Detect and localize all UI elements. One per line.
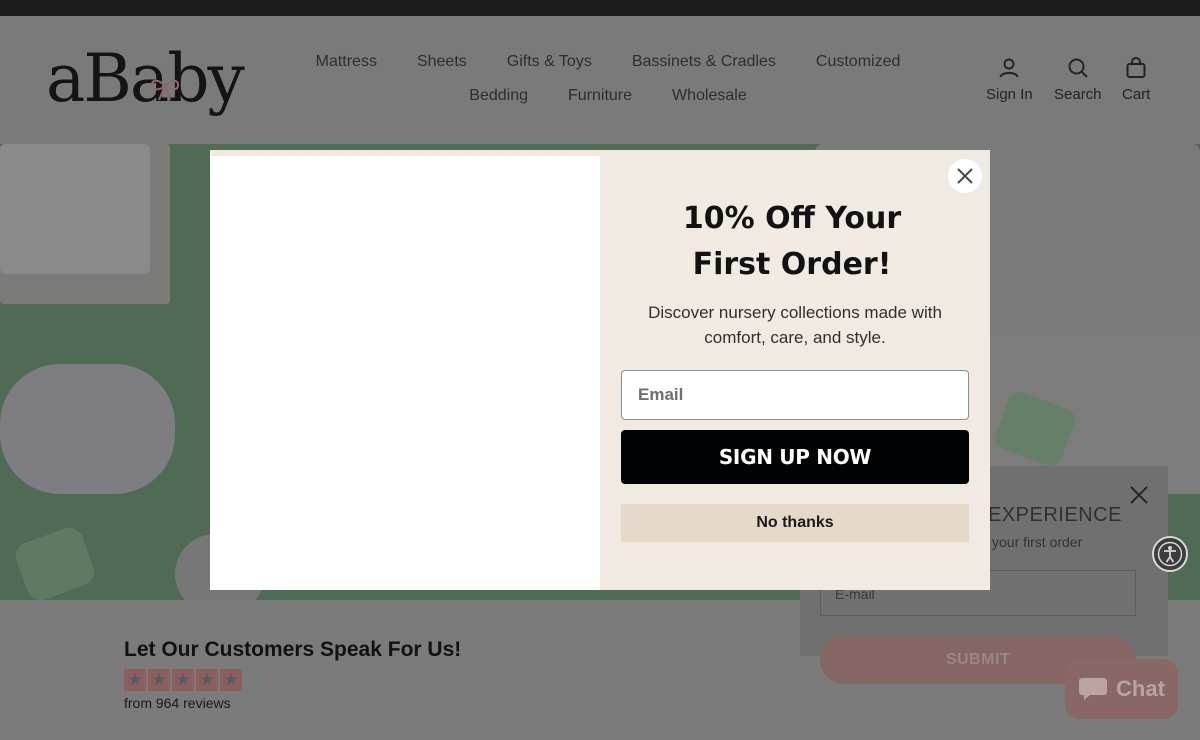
star-icon: ★: [172, 669, 194, 691]
accessibility-icon: [1157, 541, 1183, 567]
nav-customized[interactable]: Customized: [816, 52, 900, 86]
nav-furniture[interactable]: Furniture: [568, 86, 632, 120]
site-logo[interactable]: aBaby: [46, 40, 245, 122]
close-icon[interactable]: [1128, 484, 1150, 506]
chat-label: Chat: [1116, 676, 1165, 701]
modal-title: 10% Off Your First Order!: [682, 201, 902, 282]
hero-mattress-left: [0, 144, 150, 274]
sign-in-label: Sign In: [986, 86, 1033, 103]
reviews-title: Let Our Customers Speak For Us!: [124, 638, 462, 661]
logo-text: aBaby: [46, 40, 245, 117]
cart-label: Cart: [1122, 86, 1151, 103]
announcement-bar: [0, 0, 1200, 16]
cart-link[interactable]: Cart: [1122, 56, 1150, 103]
nav-mattress[interactable]: Mattress: [316, 52, 377, 86]
reviews-count[interactable]: from 964 reviews: [124, 695, 231, 711]
close-icon: [957, 168, 973, 184]
modal-close-button[interactable]: [948, 159, 982, 193]
hero-pillow: [11, 523, 99, 600]
sign-in-link[interactable]: Sign In: [986, 56, 1033, 103]
rating-stars[interactable]: ★ ★ ★ ★ ★: [124, 669, 242, 691]
chat-bubble-icon: [1079, 678, 1108, 700]
modal-description: Discover nursery collections made with c…: [648, 303, 942, 347]
search-icon: [1068, 58, 1088, 78]
no-thanks-button[interactable]: No thanks: [621, 504, 969, 542]
bag-icon: [1126, 57, 1146, 78]
nav-sheets[interactable]: Sheets: [417, 52, 467, 86]
nav-wholesale[interactable]: Wholesale: [672, 86, 747, 120]
search-label: Search: [1054, 86, 1102, 103]
main-nav: Mattress Sheets Gifts & Toys Bassinets &…: [250, 52, 966, 120]
email-field[interactable]: [621, 370, 969, 420]
accessibility-button[interactable]: [1152, 536, 1188, 572]
vip-heading: EXPERIENCE: [988, 504, 1122, 526]
nav-bassinets-cradles[interactable]: Bassinets & Cradles: [632, 52, 776, 86]
star-icon: ★: [148, 669, 170, 691]
star-icon: ★: [220, 669, 242, 691]
bow-icon: [150, 79, 180, 101]
star-icon: ★: [196, 669, 218, 691]
hero-bassinet: [0, 364, 175, 494]
modal-image-strip: [210, 150, 600, 156]
modal-image: [210, 150, 600, 590]
star-icon: ★: [124, 669, 146, 691]
user-icon: [999, 58, 1019, 78]
sign-up-button[interactable]: SIGN UP NOW: [621, 430, 969, 484]
nav-gifts-toys[interactable]: Gifts & Toys: [507, 52, 592, 86]
chat-button[interactable]: Chat: [1065, 659, 1178, 719]
search-link[interactable]: Search: [1054, 56, 1102, 103]
nav-bedding[interactable]: Bedding: [469, 86, 528, 120]
vip-subtext: your first order: [992, 534, 1083, 550]
site-header: aBaby Mattress Sheets Gifts & Toys Bassi…: [0, 16, 1200, 144]
